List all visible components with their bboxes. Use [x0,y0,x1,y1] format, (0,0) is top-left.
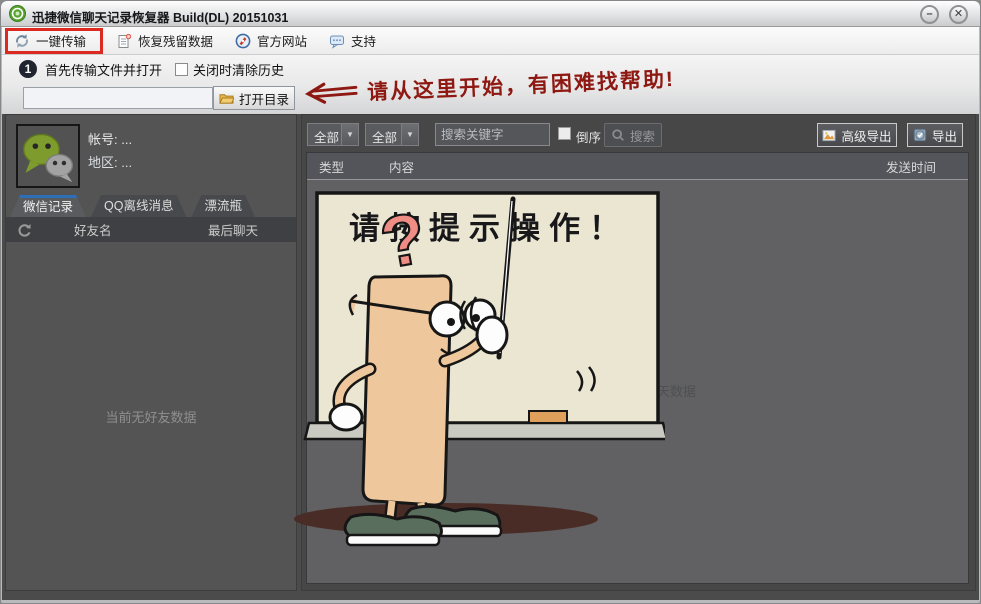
app-window: 迅捷微信聊天记录恢复器 Build(DL) 20151031 – ✕ 一键传输 [0,0,981,604]
close-button[interactable]: ✕ [949,5,968,24]
step-label: 首先传输文件并打开 [45,60,162,79]
type-filter-value: 全部 [308,124,341,145]
window-title: 迅捷微信聊天记录恢复器 Build(DL) 20151031 [32,7,288,26]
toolbar-button-support[interactable]: 支持 [320,27,385,54]
friend-list-header: 好友名 最后聊天 [6,217,296,242]
subtype-filter-select[interactable]: 全部 ▼ [365,123,419,146]
toolbar: 一键传输 恢复残留数据 官方网站 [2,27,979,55]
clear-history-checkbox[interactable] [175,63,188,76]
recover-doc-icon [116,33,132,49]
title-bar: 迅捷微信聊天记录恢复器 Build(DL) 20151031 – ✕ [1,1,980,27]
folder-icon [219,91,234,105]
open-directory-button[interactable]: 打开目录 [213,86,295,110]
tab-label: 漂流瓶 [204,199,242,213]
image-export-icon [822,129,836,142]
right-panel: 全部 ▼ 全部 ▼ 倒序 搜索 [301,114,976,591]
left-tab-bar: 微信记录 QQ离线消息 漂流瓶 [10,195,294,217]
website-globe-icon [235,33,251,49]
export-button[interactable]: 导出 [907,123,963,147]
friend-list-empty-text: 当前无好友数据 [6,407,296,426]
tab-label: 微信记录 [23,200,73,214]
account-line: 帐号: ... [88,129,132,148]
toolbar-button-label: 一键传输 [36,31,86,50]
chevron-down-icon: ▼ [341,124,358,145]
app-logo-icon [9,5,26,22]
sync-icon [14,33,30,49]
reverse-order-checkbox[interactable] [558,127,571,140]
chevron-down-icon: ▼ [401,124,418,145]
main-area: 帐号: ... 地区: ... 微信记录 QQ离线消息 漂流瓶 好友名 [2,114,979,600]
step-number-badge: 1 [19,60,37,78]
subtype-filter-value: 全部 [366,124,401,145]
type-filter-select[interactable]: 全部 ▼ [307,123,359,146]
export-check-icon [913,128,927,142]
column-header-content: 内容 [389,157,886,176]
message-table: 类型 内容 发送时间 当前无聊天数据 [306,152,969,584]
toolbar-button-recover-residual-data[interactable]: 恢复残留数据 [107,27,222,54]
support-chat-icon [329,33,345,49]
advanced-export-button[interactable]: 高级导出 [817,123,897,147]
column-header-type: 类型 [319,157,389,176]
friend-name-header: 好友名 [74,220,112,239]
refresh-icon[interactable] [16,222,32,238]
reverse-order-label: 倒序 [576,127,601,146]
column-header-send-time: 发送时间 [886,157,936,176]
clear-history-label: 关闭时清除历史 [193,60,284,79]
region-line: 地区: ... [88,152,132,171]
toolbar-button-label: 支持 [351,31,376,50]
search-icon [611,128,625,142]
toolbar-button-official-website[interactable]: 官方网站 [226,27,316,54]
tab-wechat-records[interactable]: 微信记录 [10,195,86,217]
search-button-label: 搜索 [630,126,655,145]
message-table-header: 类型 内容 发送时间 [307,153,968,180]
toolbar-button-label: 恢复残留数据 [138,31,213,50]
left-panel: 帐号: ... 地区: ... 微信记录 QQ离线消息 漂流瓶 好友名 [5,114,297,591]
tab-qq-offline-messages[interactable]: QQ离线消息 [91,195,186,217]
minimize-button[interactable]: – [920,5,939,24]
toolbar-button-one-key-transfer[interactable]: 一键传输 [5,28,103,54]
path-input[interactable] [23,87,213,109]
path-bar: 打开目录 [2,83,979,114]
search-button[interactable]: 搜索 [604,123,662,147]
close-icon: ✕ [954,8,963,20]
advanced-export-label: 高级导出 [841,126,891,145]
tab-drift-bottle[interactable]: 漂流瓶 [191,195,255,217]
wechat-logo-icon [16,124,80,188]
toolbar-button-label: 官方网站 [257,31,307,50]
search-keyword-input[interactable] [435,123,550,146]
tab-label: QQ离线消息 [104,199,173,213]
open-directory-label: 打开目录 [239,89,289,108]
step-bar: 1 首先传输文件并打开 关闭时清除历史 [2,55,979,83]
last-chat-header: 最后聊天 [208,220,258,239]
minimize-icon: – [926,8,932,20]
message-table-empty-text: 当前无聊天数据 [320,381,981,400]
export-label: 导出 [932,126,957,145]
